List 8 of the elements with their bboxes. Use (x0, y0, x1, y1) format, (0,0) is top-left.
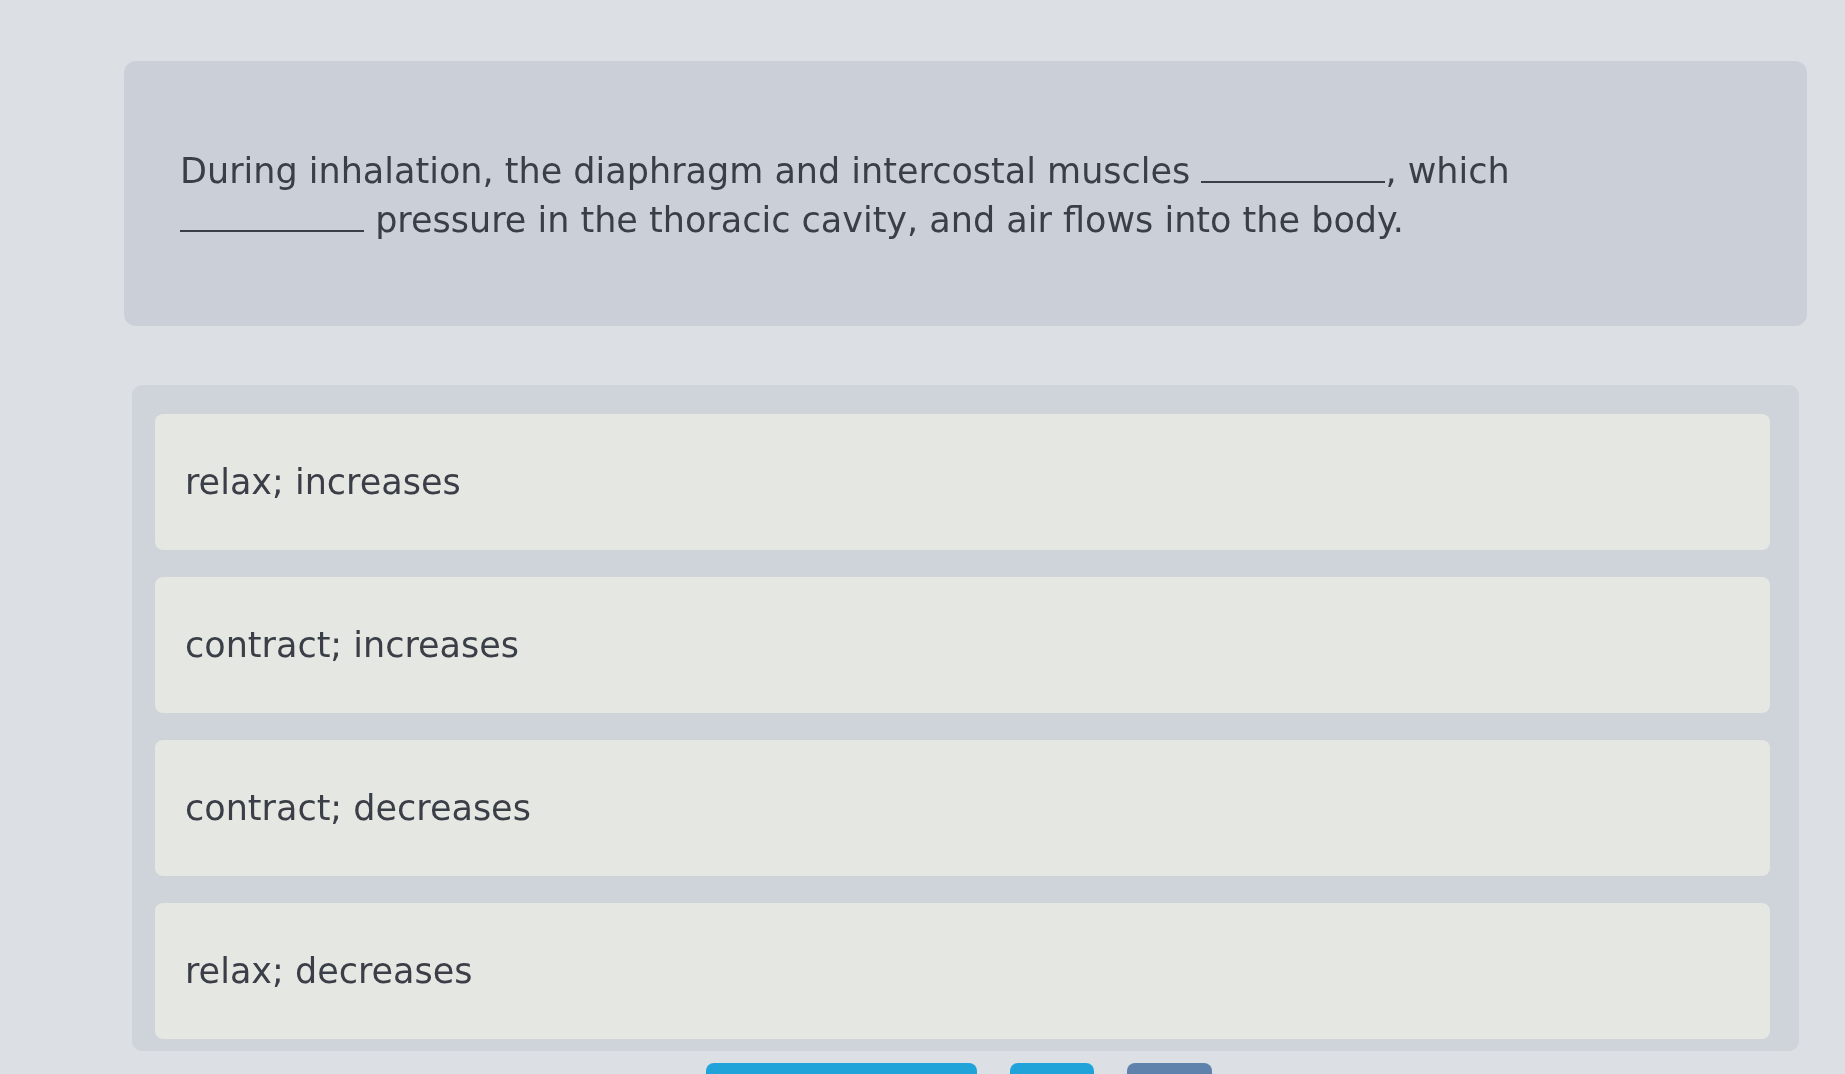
answer-option[interactable]: relax; increases (155, 414, 1770, 550)
cut-off-button[interactable] (1010, 1063, 1094, 1074)
answer-option[interactable]: relax; decreases (155, 903, 1770, 1039)
question-text: During inhalation, the diaphragm and intercostal muscles , which pressure in the thoracic cavity, and air flows into the body. (180, 150, 1511, 242)
cut-off-button[interactable] (1127, 1063, 1212, 1074)
answer-option[interactable]: contract; increases (155, 577, 1770, 713)
answer-option[interactable]: contract; decreases (155, 740, 1770, 876)
cut-off-button[interactable] (706, 1063, 977, 1074)
